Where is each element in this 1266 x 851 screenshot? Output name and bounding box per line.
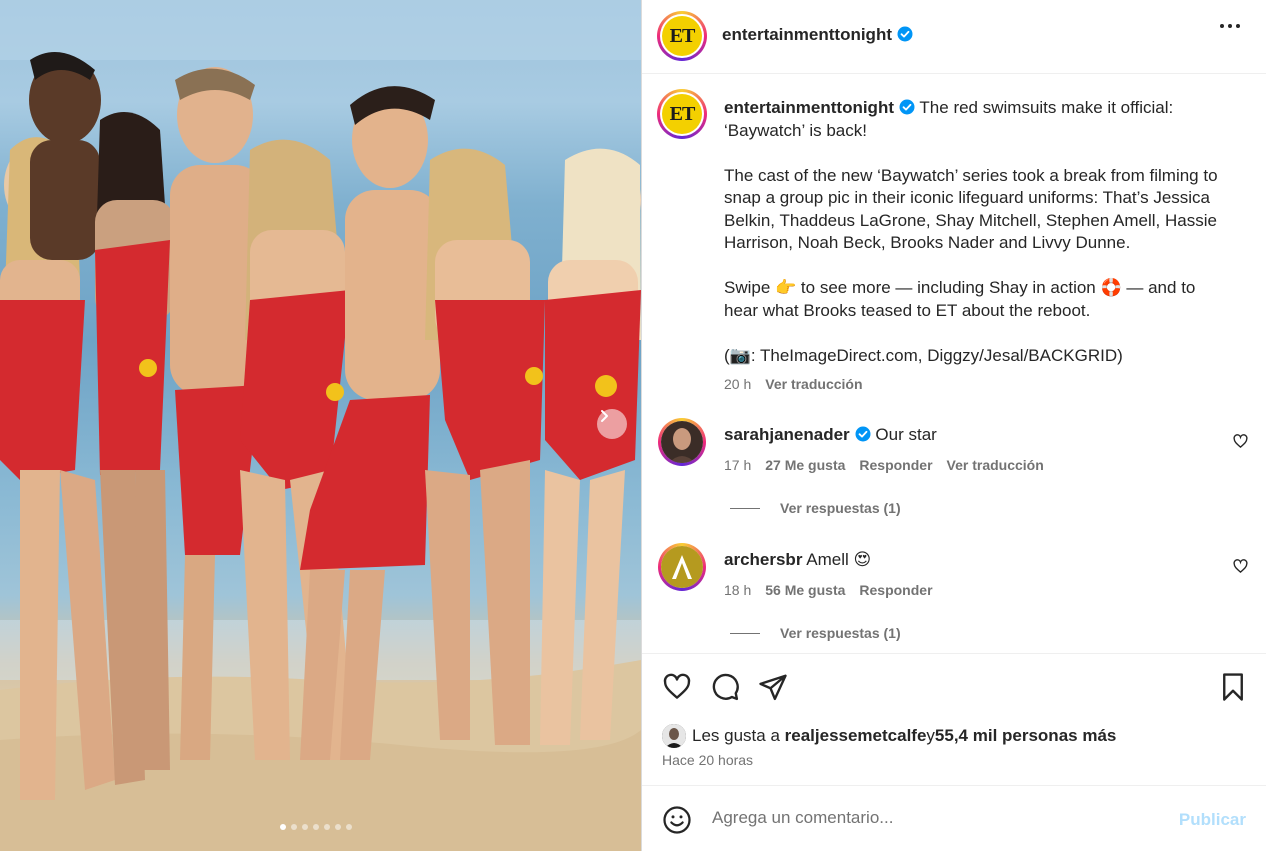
carousel-dot xyxy=(335,824,341,830)
caption-translate-link[interactable]: Ver traducción xyxy=(765,373,862,396)
commenter-photo xyxy=(661,546,703,588)
post-caption: entertainmenttonight The red swimsuits m… xyxy=(724,97,1234,396)
carousel-next-button[interactable] xyxy=(597,409,627,439)
post-details-panel: ET entertainmenttonight ET entertainment… xyxy=(642,0,1266,851)
carousel-dot xyxy=(324,824,330,830)
likes-count-link[interactable]: 55,4 mil personas más xyxy=(935,726,1116,746)
view-replies-button[interactable]: Ver respuestas (1) xyxy=(730,625,901,641)
caption-meta: 20 h Ver traducción xyxy=(724,373,1234,396)
comment-item: sarahjanenader Our star 17 h 27 Me gusta… xyxy=(724,425,1224,473)
comment-reply-button[interactable]: Responder xyxy=(859,457,932,473)
comment-icon[interactable] xyxy=(710,672,740,702)
carousel-dot xyxy=(346,824,352,830)
more-icon xyxy=(1220,24,1224,28)
share-icon[interactable] xyxy=(758,672,788,702)
verified-badge-icon xyxy=(897,26,913,42)
verified-badge-icon xyxy=(899,99,915,115)
et-logo: ET xyxy=(662,94,702,134)
comment-translate-link[interactable]: Ver traducción xyxy=(947,457,1044,473)
carousel-dot xyxy=(313,824,319,830)
comment-username[interactable]: sarahjanenader xyxy=(724,425,850,444)
post-header: ET entertainmenttonight xyxy=(642,0,1266,74)
carousel-indicator xyxy=(280,824,352,830)
et-logo: ET xyxy=(662,16,702,56)
ring-buoy-emoji: 🛟 xyxy=(1100,278,1122,297)
commenter-photo xyxy=(661,421,703,463)
post-photo[interactable] xyxy=(0,0,641,851)
caption-author-avatar[interactable]: ET xyxy=(657,89,707,139)
bookmark-icon[interactable] xyxy=(1220,672,1246,702)
chevron-right-icon xyxy=(601,410,608,422)
post-actions: Les gusta a realjessemetcalfe y 55,4 mil… xyxy=(642,653,1266,785)
heart-icon[interactable] xyxy=(662,672,692,702)
commenter-avatar[interactable] xyxy=(658,543,706,591)
comment-composer: Publicar xyxy=(642,785,1266,851)
comment-item: archersbr Amell 😍 18 h 56 Me gusta Respo… xyxy=(724,550,1224,598)
comment-text: Amell xyxy=(806,550,854,569)
caption-paragraph-2: The cast of the new ‘Baywatch’ series to… xyxy=(724,165,1218,253)
comment-reply-button[interactable]: Responder xyxy=(859,582,932,598)
commenter-avatar[interactable] xyxy=(658,418,706,466)
pointing-right-emoji: 👉 xyxy=(775,278,797,297)
likes-summary: Les gusta a realjessemetcalfe y 55,4 mil… xyxy=(662,724,1116,748)
view-replies-button[interactable]: Ver respuestas (1) xyxy=(730,500,901,516)
comment-time[interactable]: 18 h xyxy=(724,582,751,598)
verified-badge-icon xyxy=(855,426,871,442)
caption-paragraph-4: (📷: TheImageDirect.com, Diggzy/Jesal/BAC… xyxy=(724,345,1123,365)
heart-eyes-emoji: 😍 xyxy=(853,550,872,569)
carousel-dot xyxy=(302,824,308,830)
publish-button[interactable]: Publicar xyxy=(1179,810,1246,830)
comment-input[interactable] xyxy=(712,808,1152,828)
emoji-icon[interactable] xyxy=(662,805,692,835)
comment-likes[interactable]: 56 Me gusta xyxy=(765,582,845,598)
caption-paragraph-3: Swipe 👉 to see more — including Shay in … xyxy=(724,278,1196,320)
post-time[interactable]: Hace 20 horas xyxy=(662,752,753,768)
comment-like-heart-icon[interactable] xyxy=(1233,434,1248,449)
comment-like-heart-icon[interactable] xyxy=(1233,559,1248,574)
comments-section: ET entertainmenttonight The red swimsuit… xyxy=(642,75,1266,653)
carousel-dot xyxy=(280,824,286,830)
carousel-dot xyxy=(291,824,297,830)
caption-time[interactable]: 20 h xyxy=(724,373,751,396)
comment-username[interactable]: archersbr xyxy=(724,550,802,569)
comment-text: Our star xyxy=(875,425,937,444)
photo-illustration xyxy=(0,0,641,851)
comment-likes[interactable]: 27 Me gusta xyxy=(765,457,845,473)
more-options-button[interactable] xyxy=(1220,24,1240,28)
liker-avatar[interactable] xyxy=(662,724,686,748)
author-username[interactable]: entertainmenttonight xyxy=(722,25,892,44)
author-avatar[interactable]: ET xyxy=(657,11,707,61)
camera-emoji: 📷 xyxy=(729,345,751,365)
comment-time[interactable]: 17 h xyxy=(724,457,751,473)
liker-username[interactable]: realjessemetcalfe xyxy=(785,726,927,746)
caption-username[interactable]: entertainmenttonight xyxy=(724,98,894,117)
